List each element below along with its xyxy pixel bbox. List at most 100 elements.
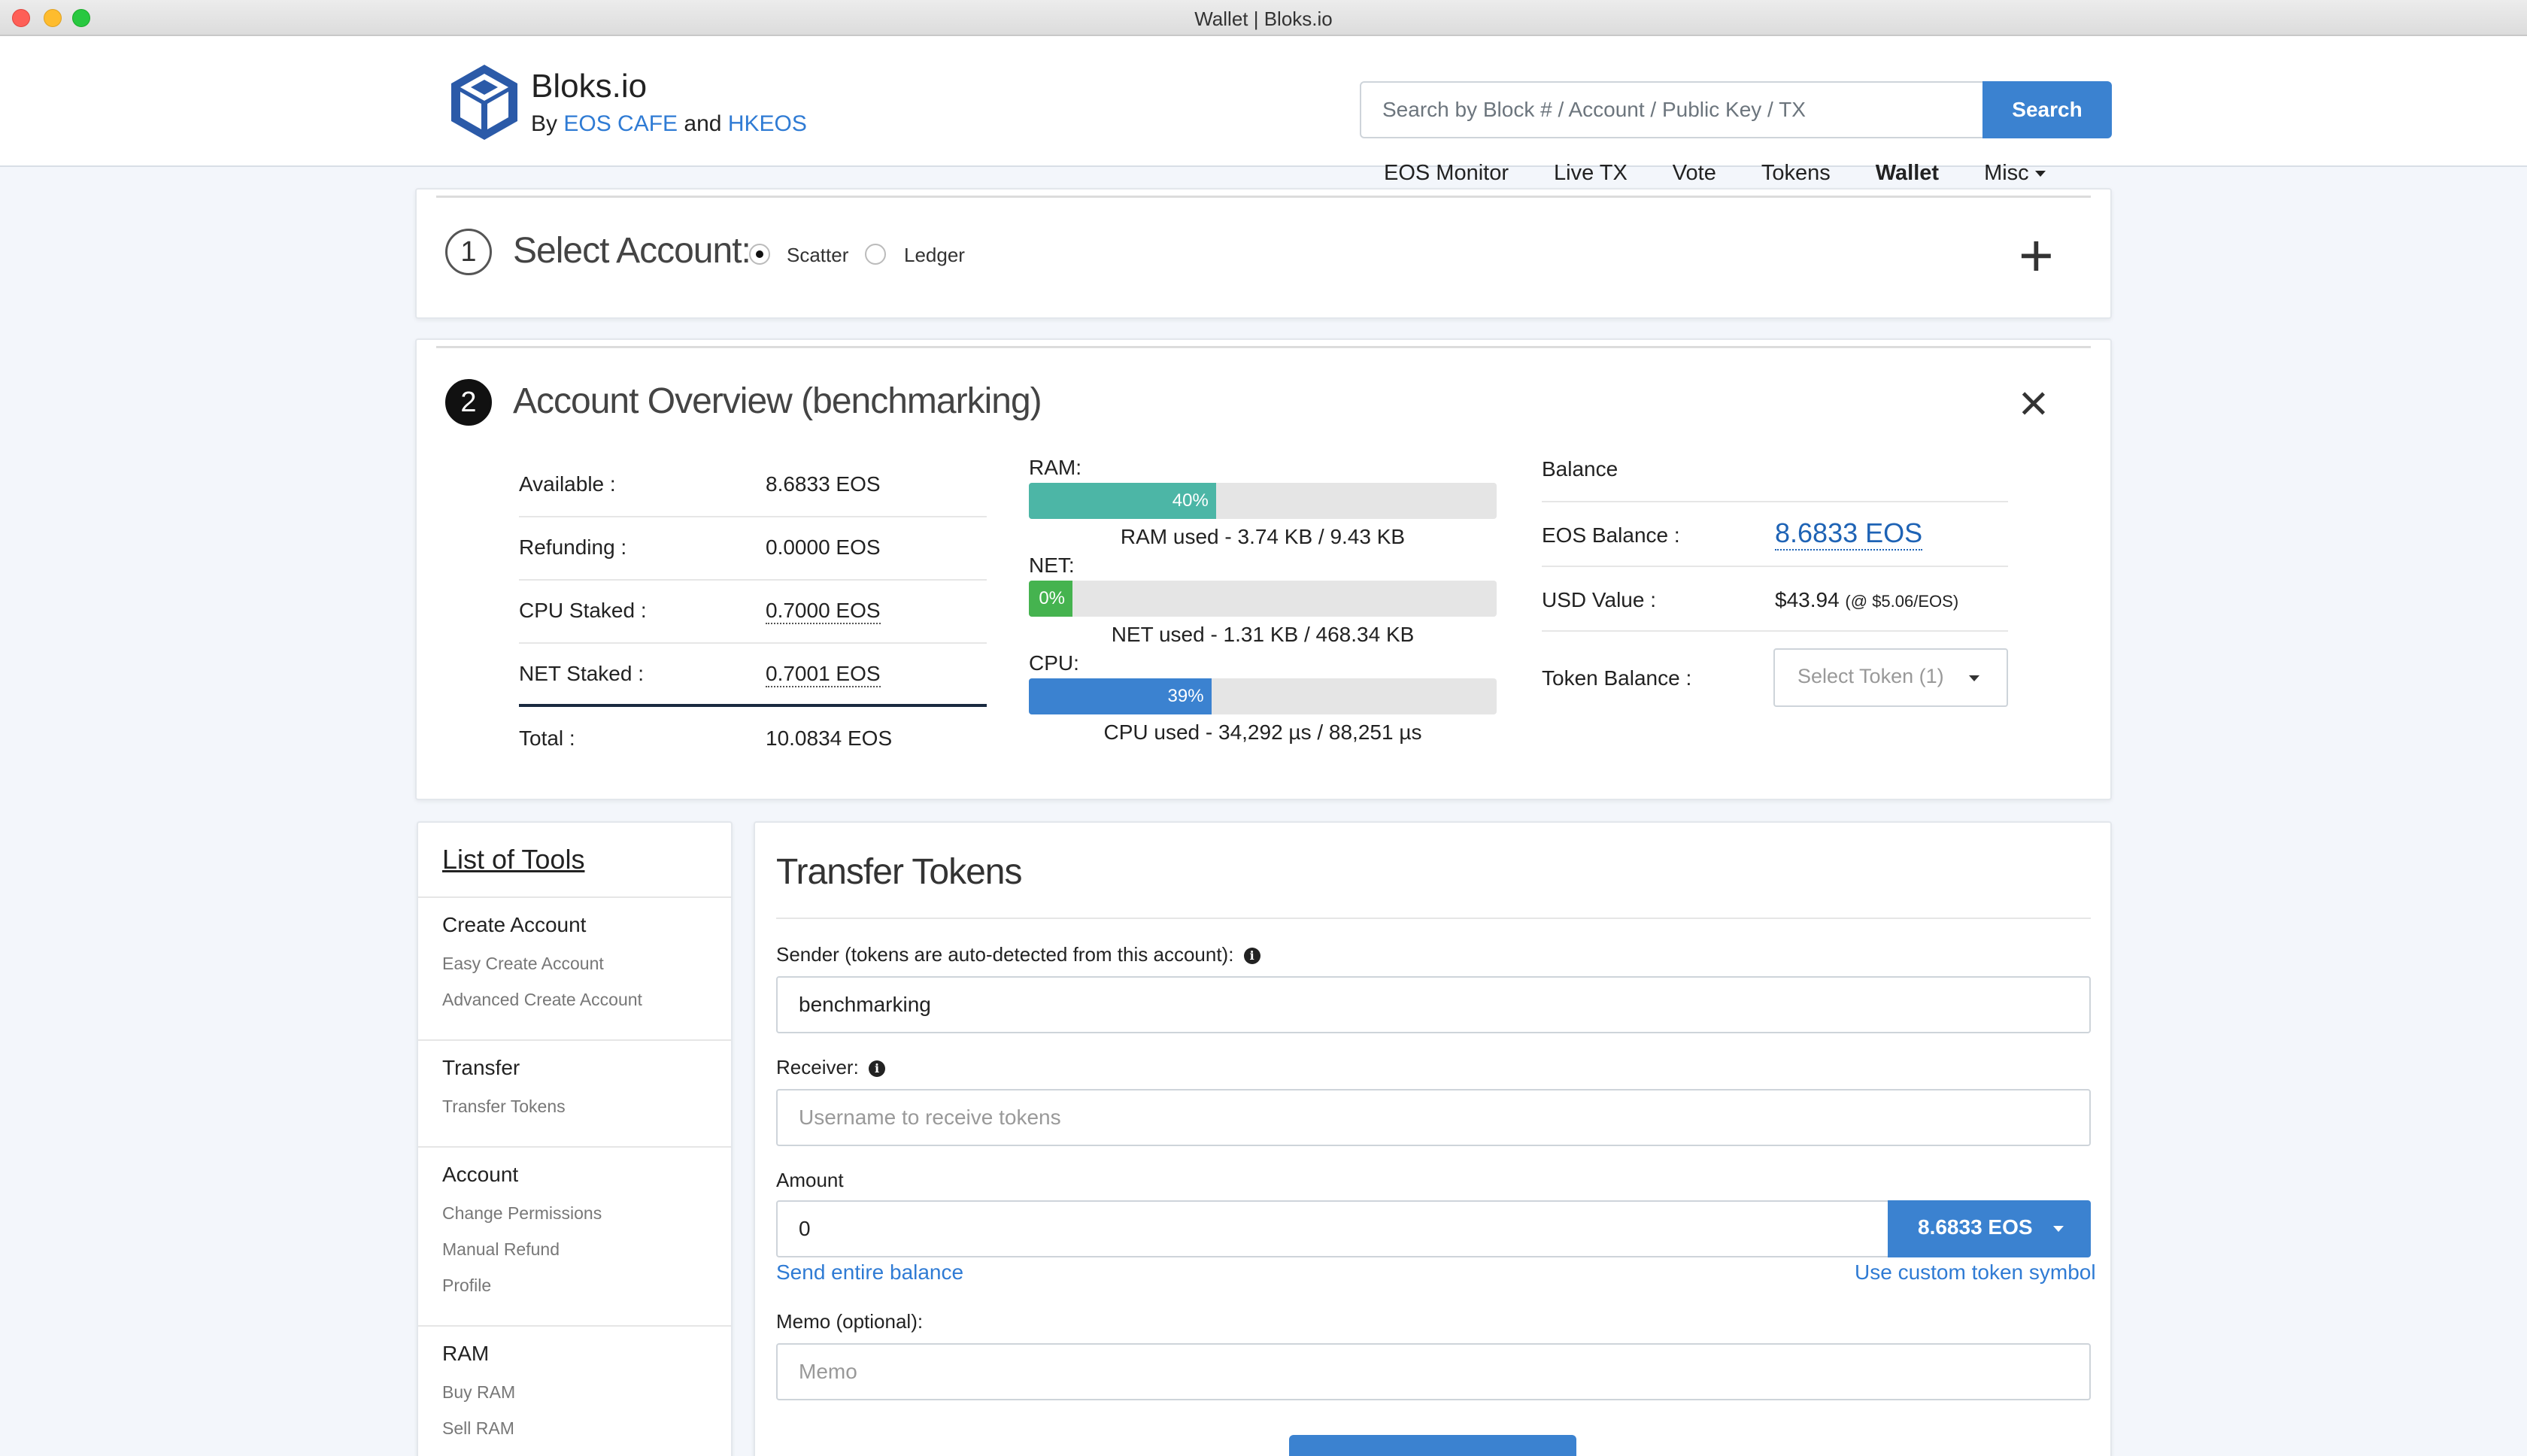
tool-profile[interactable]: Profile [442,1276,491,1296]
brand-name[interactable]: Bloks.io [531,68,647,105]
net-label: NET: [1029,554,1075,577]
chevron-down-icon [2053,1225,2064,1232]
cpu-usage-caption: CPU used - 34,292 µs / 88,251 µs [1103,720,1422,744]
section-divider [418,1146,731,1148]
window-titlebar: Wallet | Bloks.io [0,0,2527,36]
memo-input[interactable] [776,1343,2091,1400]
form-divider [776,918,2091,919]
eos-balance-value[interactable]: 8.6833 EOS [1775,517,1923,551]
info-icon[interactable]: i [869,1060,886,1078]
balance-heading: Balance [1542,457,1618,481]
row-divider [519,579,987,581]
brand-byline: By EOS CAFE and HKEOS [531,111,807,137]
ram-progress-fill: 40% [1029,483,1216,519]
usd-value-label: USD Value : [1542,588,1656,611]
bloks-logo-icon[interactable] [450,63,519,141]
eos-cafe-link[interactable]: EOS CAFE [563,111,678,136]
amount-input[interactable] [776,1200,1889,1257]
row-divider [1542,630,2008,632]
transfer-submit-button[interactable] [1289,1435,1576,1456]
ledger-radio[interactable] [865,244,886,265]
search-input[interactable] [1360,81,1984,138]
hkeos-link[interactable]: HKEOS [728,111,807,136]
info-icon[interactable]: i [1243,948,1260,965]
byline-and: and [684,111,722,136]
select-account-card: 1 Select Account: Scatter Ledger + [415,188,2112,319]
card-divider [436,346,2091,348]
refunding-value: 0.0000 EOS [766,535,881,559]
sender-label-text: Sender (tokens are auto-detected from th… [776,943,1234,966]
usd-rate: (@ $5.06/EOS) [1845,592,1959,611]
net-progress-fill: 0% [1029,581,1072,617]
refunding-label: Refunding : [519,535,627,559]
plus-icon[interactable]: + [2019,226,2054,286]
net-usage-caption: NET used - 1.31 KB / 468.34 KB [1111,623,1415,646]
account-overview-title: Account Overview (benchmarking) [513,381,1042,421]
sender-label: Sender (tokens are auto-detected from th… [776,943,1260,966]
chevron-down-icon [2034,171,2046,177]
tools-sidebar: List of Tools Create Account Easy Create… [417,821,733,1456]
net-staked-value[interactable]: 0.7001 EOS [766,662,881,687]
step-number: 1 [445,229,492,275]
tool-manual-refund[interactable]: Manual Refund [442,1239,560,1260]
token-balance-label: Token Balance : [1542,666,1692,690]
tools-title[interactable]: List of Tools [442,844,584,875]
tool-advanced-create-account[interactable]: Advanced Create Account [442,990,642,1010]
scatter-label[interactable]: Scatter [787,244,848,267]
tool-change-permissions[interactable]: Change Permissions [442,1203,602,1224]
total-value: 10.0834 EOS [766,726,893,750]
tool-group-transfer[interactable]: Transfer [442,1056,520,1080]
usd-value-amount: $43.94 [1775,588,1840,611]
nav-misc-label: Misc [1984,161,2029,185]
ledger-label[interactable]: Ledger [904,244,965,267]
tool-group-create-account[interactable]: Create Account [442,913,586,937]
transfer-title: Transfer Tokens [776,852,1022,892]
cpu-progress-bar: 39% [1029,678,1497,714]
ram-progress-bar: 40% [1029,483,1497,519]
ram-usage-caption: RAM used - 3.74 KB / 9.43 KB [1120,525,1406,548]
available-label: Available : [519,472,616,496]
tool-group-account[interactable]: Account [442,1163,518,1187]
send-entire-balance-link[interactable]: Send entire balance [776,1260,963,1285]
amount-label: Amount [776,1169,844,1191]
chevron-down-icon [1969,675,1979,681]
tool-sell-ram[interactable]: Sell RAM [442,1418,514,1439]
section-divider [418,896,731,898]
cpu-progress-fill: 39% [1029,678,1212,714]
search-button[interactable]: Search [1982,81,2112,138]
cpu-staked-label: CPU Staked : [519,599,647,622]
tool-buy-ram[interactable]: Buy RAM [442,1382,515,1403]
total-divider [519,704,987,707]
net-progress-bar: 0% [1029,581,1497,617]
token-dropdown-button[interactable]: 8.6833 EOS [1888,1200,2091,1257]
total-label: Total : [519,726,575,750]
section-divider [418,1039,731,1041]
row-divider [1542,566,2008,567]
usd-value: $43.94 (@ $5.06/EOS) [1775,588,1958,612]
window-title: Wallet | Bloks.io [1194,8,1333,30]
net-staked-label: NET Staked : [519,662,645,685]
account-overview-card: 2 Account Overview (benchmarking) × Avai… [415,338,2112,800]
step-number: 2 [445,379,492,426]
sender-input[interactable] [776,976,2091,1033]
cpu-staked-value[interactable]: 0.7000 EOS [766,599,881,624]
custom-token-symbol-link[interactable]: Use custom token symbol [1855,1260,2096,1285]
section-divider [418,1325,731,1327]
row-divider [1542,501,2008,502]
eos-balance-label: EOS Balance : [1542,523,1680,547]
ram-label: RAM: [1029,456,1081,479]
cpu-label: CPU: [1029,651,1079,675]
available-value: 8.6833 EOS [766,472,881,496]
tool-easy-create-account[interactable]: Easy Create Account [442,954,604,974]
tool-transfer-tokens[interactable]: Transfer Tokens [442,1097,566,1117]
receiver-input[interactable] [776,1089,2091,1146]
token-select[interactable]: Select Token (1) [1773,648,2008,707]
close-icon[interactable]: × [2019,378,2049,429]
select-account-title: Select Account: [513,231,751,271]
row-divider [519,516,987,517]
tool-group-ram[interactable]: RAM [442,1342,489,1366]
memo-label: Memo (optional): [776,1310,924,1333]
scatter-radio[interactable] [749,244,770,265]
token-select-value: Select Token (1) [1797,665,1944,687]
card-divider [436,196,2091,198]
